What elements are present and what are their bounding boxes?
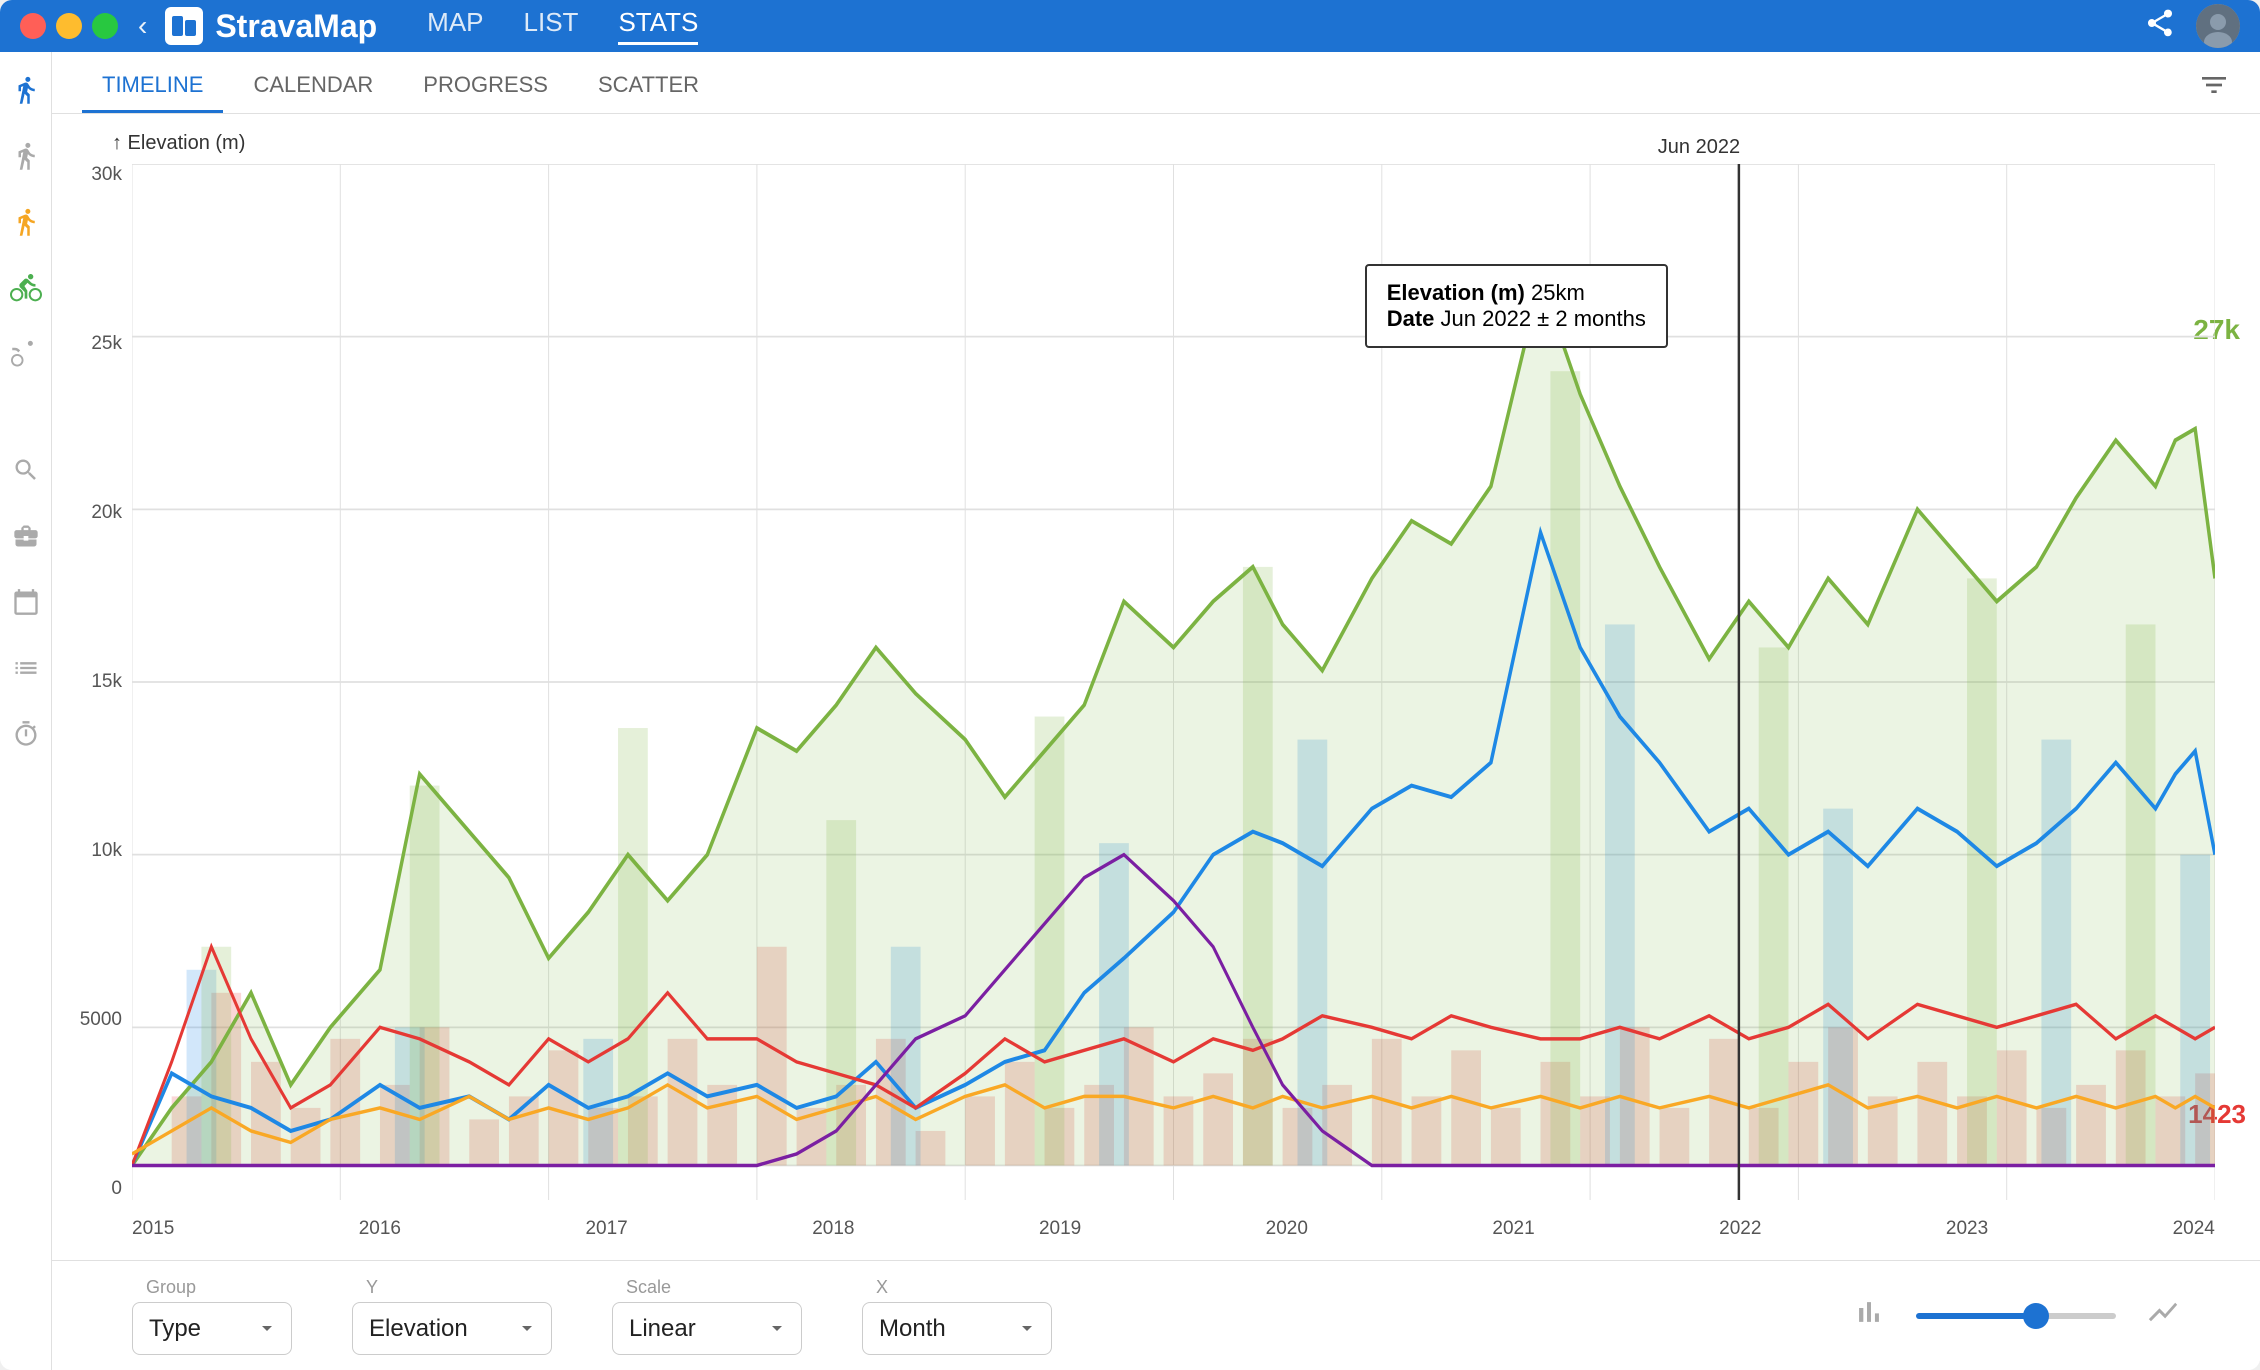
sidebar <box>0 52 52 1370</box>
app-icon <box>165 7 203 45</box>
tab-right-controls <box>2198 69 2230 113</box>
x-tick-2018: 2018 <box>812 1218 854 1240</box>
y-axis-labels: 30k 25k 20k 15k 10k 5000 0 <box>52 164 130 1200</box>
top-nav: MAP LIST STATS <box>427 7 698 45</box>
y-tick-15k: 15k <box>91 671 122 693</box>
tab-timeline[interactable]: TIMELINE <box>82 60 223 113</box>
group-dropdown[interactable]: Type Year Month <box>132 1302 292 1355</box>
nav-stats[interactable]: STATS <box>618 7 698 45</box>
tab-bar: TIMELINE CALENDAR PROGRESS SCATTER <box>52 52 2260 114</box>
y-dropdown[interactable]: Elevation Distance Time Speed <box>352 1302 552 1355</box>
chart-container: ↑ Elevation (m) 30k 25k 20k 15k 10k 5000… <box>52 114 2260 1260</box>
sidebar-hike-icon[interactable] <box>8 204 44 240</box>
smoothing-slider-container <box>1916 1313 2116 1319</box>
smoothing-slider-thumb[interactable] <box>2023 1303 2049 1329</box>
chart-plot-area: Elevation (m) 25km Date Jun 2022 ± 2 mon… <box>132 164 2215 1200</box>
y-dropdown-container: Y Elevation Distance Time Speed <box>352 1277 552 1355</box>
titlebar: ‹ StravaMap MAP LIST STATS <box>0 0 2260 52</box>
y-tick-20k: 20k <box>91 502 122 524</box>
y-tick-5000: 5000 <box>80 1009 122 1031</box>
filter-icon[interactable] <box>2198 69 2230 101</box>
share-button[interactable] <box>2144 7 2176 46</box>
smoothing-slider-track[interactable] <box>1916 1313 2116 1319</box>
y-dropdown-label: Y <box>352 1277 552 1298</box>
sidebar-list-icon[interactable] <box>8 650 44 686</box>
app-title: StravaMap <box>215 8 377 45</box>
x-tick-2020: 2020 <box>1266 1218 1308 1240</box>
main-layout: TIMELINE CALENDAR PROGRESS SCATTER ↑ Ele… <box>0 52 2260 1370</box>
x-tick-2015: 2015 <box>132 1218 174 1240</box>
x-tick-2021: 2021 <box>1492 1218 1534 1240</box>
group-dropdown-label: Group <box>132 1277 292 1298</box>
sidebar-calendar-icon[interactable] <box>8 584 44 620</box>
x-dropdown[interactable]: Month Week Year Day <box>862 1302 1052 1355</box>
y-tick-30k: 30k <box>91 164 122 186</box>
chart-type-icons <box>1852 1295 2180 1337</box>
x-dropdown-label: X <box>862 1277 1052 1298</box>
sidebar-bike-icon[interactable] <box>8 270 44 306</box>
chart-svg <box>132 164 2215 1200</box>
sidebar-ebike-icon[interactable] <box>8 336 44 372</box>
traffic-lights <box>20 13 118 39</box>
close-button[interactable] <box>20 13 46 39</box>
back-chevron[interactable]: ‹ <box>138 10 147 42</box>
y-tick-25k: 25k <box>91 333 122 355</box>
x-dropdown-container: X Month Week Year Day <box>862 1277 1052 1355</box>
x-tick-2024: 2024 <box>2173 1218 2215 1240</box>
y-axis-label: ↑ Elevation (m) <box>112 132 245 155</box>
tab-calendar[interactable]: CALENDAR <box>233 60 393 113</box>
scale-dropdown-label: Scale <box>612 1277 802 1298</box>
x-axis-labels: 2015 2016 2017 2018 2019 2020 2021 2022 … <box>132 1218 2215 1240</box>
tab-progress[interactable]: PROGRESS <box>403 60 568 113</box>
x-tick-2016: 2016 <box>359 1218 401 1240</box>
nav-map[interactable]: MAP <box>427 7 483 45</box>
content-area: TIMELINE CALENDAR PROGRESS SCATTER ↑ Ele… <box>52 52 2260 1370</box>
scale-dropdown-container: Scale Linear Logarithmic <box>612 1277 802 1355</box>
app-window: ‹ StravaMap MAP LIST STATS <box>0 0 2260 1370</box>
tab-scatter[interactable]: SCATTER <box>578 60 719 113</box>
y-tick-0: 0 <box>111 1178 122 1200</box>
sidebar-walk-icon[interactable] <box>8 138 44 174</box>
x-tick-2023: 2023 <box>1946 1218 1988 1240</box>
sidebar-search-icon[interactable] <box>8 452 44 488</box>
header-right <box>2144 4 2240 48</box>
scale-dropdown[interactable]: Linear Logarithmic <box>612 1302 802 1355</box>
avatar[interactable] <box>2196 4 2240 48</box>
x-tick-2022: 2022 <box>1719 1218 1761 1240</box>
group-dropdown-container: Group Type Year Month <box>132 1277 292 1355</box>
sidebar-timer-icon[interactable] <box>8 716 44 752</box>
crosshair-label: Jun 2022 <box>1658 136 1740 159</box>
bar-chart-button[interactable] <box>1852 1295 1886 1337</box>
minimize-button[interactable] <box>56 13 82 39</box>
y-tick-10k: 10k <box>91 840 122 862</box>
x-tick-2017: 2017 <box>585 1218 627 1240</box>
sidebar-run-icon[interactable] <box>8 72 44 108</box>
nav-list[interactable]: LIST <box>524 7 579 45</box>
line-chart-button[interactable] <box>2146 1295 2180 1337</box>
x-tick-2019: 2019 <box>1039 1218 1081 1240</box>
maximize-button[interactable] <box>92 13 118 39</box>
bottom-toolbar: Group Type Year Month Y Elevation Distan… <box>52 1260 2260 1370</box>
sidebar-briefcase-icon[interactable] <box>8 518 44 554</box>
